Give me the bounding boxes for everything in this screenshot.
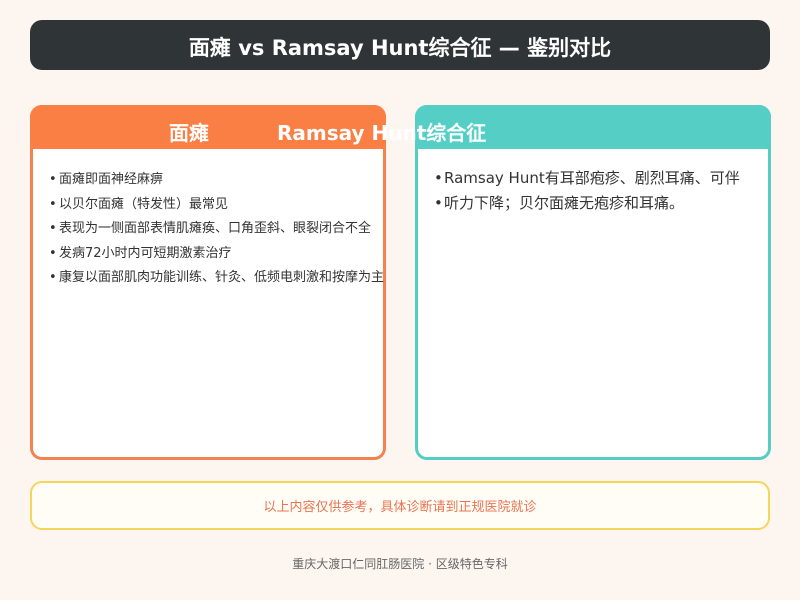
footer-text: 重庆大渡口仁同肛肠医院 · 区级特色专科 — [292, 557, 508, 571]
list-item: • 康复以面部肌肉功能训练、针灸、低频电刺激和按摩为主 — [49, 266, 384, 291]
ramsay-hunt-panel: •Ramsay Hunt有耳部疱疹、剧烈耳痛、可伴 •听力下降；贝尔面瘫无疱疹和… — [415, 105, 771, 460]
bullet-icon: • — [49, 270, 57, 285]
bullet-icon: • — [434, 194, 443, 212]
disclaimer-text: 以上内容仅供参考，具体诊断请到正规医院就诊 — [263, 500, 537, 515]
list-item: • 发病72小时内可短期激素治疗 — [49, 242, 384, 267]
page-title: 面瘫 vs Ramsay Hunt综合征 — 鉴别对比 — [188, 36, 612, 60]
list-item: •听力下降；贝尔面瘫无疱疹和耳痛。 — [434, 191, 740, 216]
ramsay-hunt-panel-title: Ramsay Hunt综合征 — [277, 121, 487, 145]
facial-palsy-panel-title: 面瘫 — [169, 121, 209, 145]
bullet-icon: • — [49, 196, 57, 212]
list-item: • 面瘫即面神经麻痹 — [49, 168, 384, 193]
facial-palsy-list: • 面瘫即面神经麻痹 • 以贝尔面瘫（特发性）最常见 • 表现为一侧面部表情肌瘫痪、口… — [49, 168, 384, 291]
list-item: • 以贝尔面瘫（特发性）最常见 — [49, 193, 384, 218]
disclaimer-box: 以上内容仅供参考，具体诊断请到正规医院就诊 — [30, 481, 770, 530]
bullet-icon: • — [49, 221, 57, 236]
bullet-icon: • — [49, 172, 57, 187]
facial-palsy-panel: 面瘫 • 面瘫即面神经麻痹 • 以贝尔面瘫（特发性）最常见 • 表现为一侧面部表情肌瘫… — [30, 105, 386, 460]
ramsay-hunt-list: •Ramsay Hunt有耳部疱疹、剧烈耳痛、可伴 •听力下降；贝尔面瘫无疱疹和… — [434, 166, 740, 216]
bullet-icon: • — [434, 169, 443, 187]
bullet-icon: • — [49, 245, 57, 261]
list-item: • 表现为一侧面部表情肌瘫痪、口角歪斜、眼裂闭合不全 — [49, 217, 384, 242]
title-bar: 面瘫 vs Ramsay Hunt综合征 — 鉴别对比 — [30, 20, 770, 70]
list-item: •Ramsay Hunt有耳部疱疹、剧烈耳痛、可伴 — [434, 166, 740, 191]
